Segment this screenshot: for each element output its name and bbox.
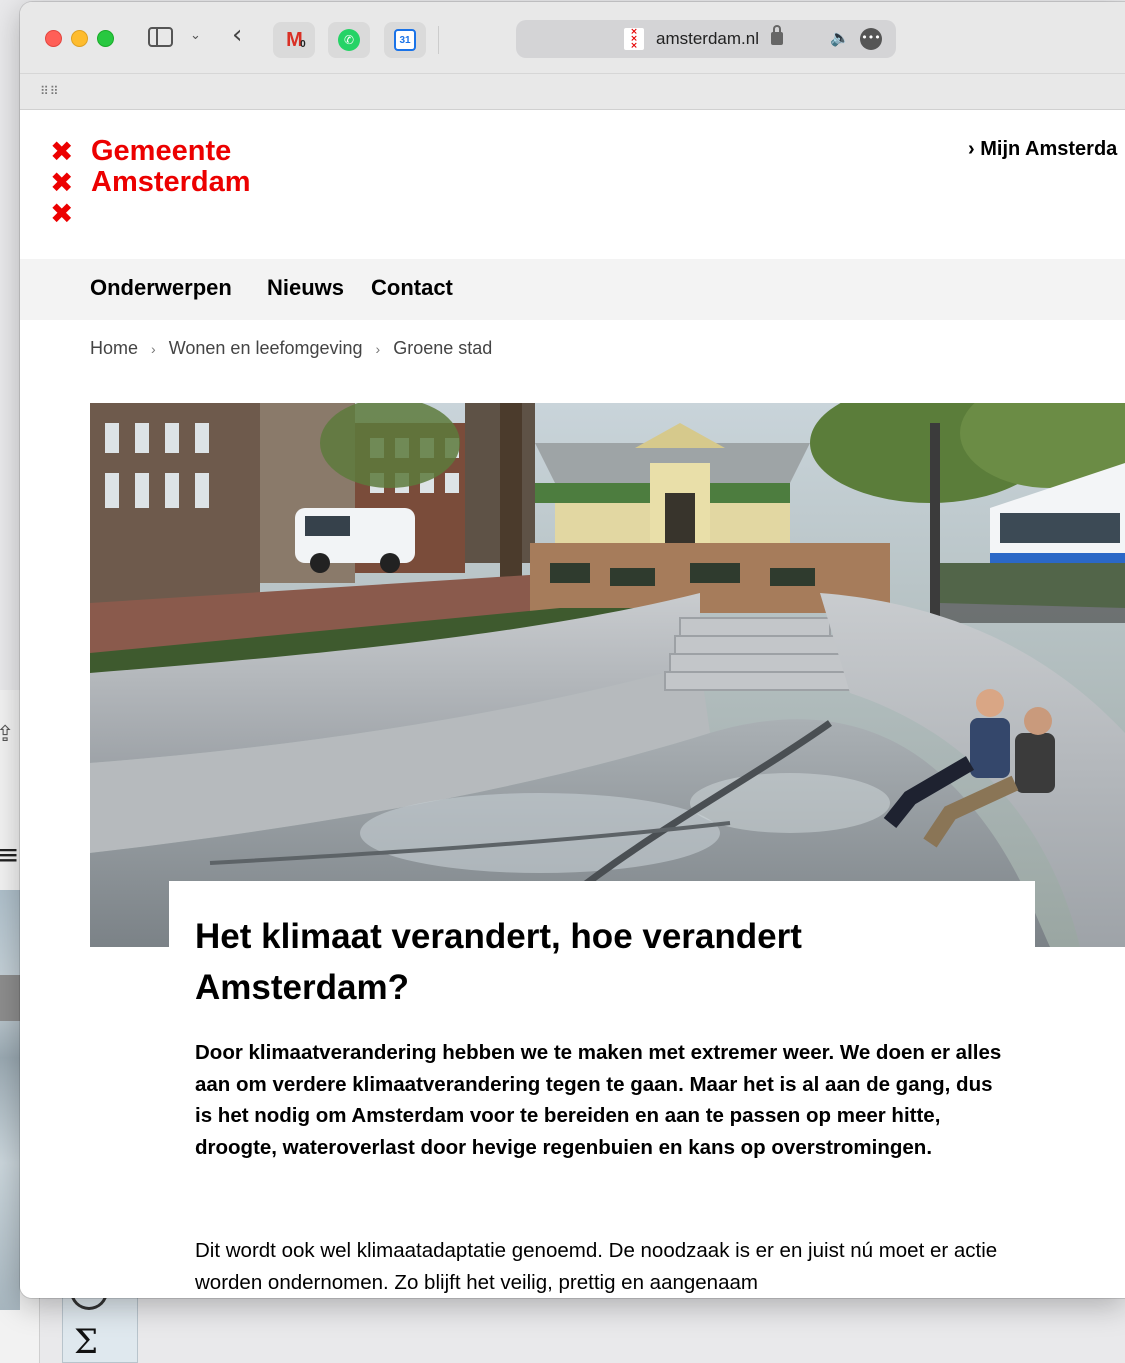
article-lead: Door klimaatverandering hebben we te mak… bbox=[195, 1041, 1002, 1159]
amsterdam-favicon-icon: × × × bbox=[624, 28, 644, 51]
nav-nieuws[interactable]: Nieuws bbox=[267, 275, 344, 301]
bookmarks-bar: ⠿⠿ bbox=[20, 74, 1125, 110]
share-icon: ⇪ bbox=[0, 722, 15, 747]
toolbar-divider bbox=[438, 26, 439, 54]
breadcrumb-home[interactable]: Home bbox=[90, 338, 138, 358]
lock-icon bbox=[771, 25, 783, 45]
breadcrumb: Home › Wonen en leefomgeving › Groene st… bbox=[90, 338, 492, 359]
breadcrumb-wonen[interactable]: Wonen en leefomgeving bbox=[169, 338, 363, 358]
logo-cross-icon: ✖ bbox=[50, 166, 74, 199]
menu-icon: ≡ bbox=[0, 838, 20, 871]
more-icon[interactable]: ••• bbox=[860, 28, 882, 50]
calendar-icon: 31 bbox=[394, 29, 416, 51]
sidebar-icon[interactable] bbox=[148, 27, 173, 47]
browser-window: ⌄ ‹ M0 ✆ 31 × × × amsterdam.nl 🔈 ••• ⠿⠿ ✖ … bbox=[20, 2, 1125, 1298]
close-window-button[interactable] bbox=[45, 30, 62, 47]
sigma-icon: Σ bbox=[74, 1322, 99, 1362]
pinned-tab-whatsapp[interactable]: ✆ bbox=[328, 22, 370, 58]
web-page: ✖ ✖ ✖ Gemeente Amsterdam › Mijn Amsterda… bbox=[20, 110, 1125, 1298]
article-title: Het klimaat verandert, hoe verandert Ams… bbox=[195, 917, 802, 1007]
background-map-band bbox=[0, 975, 20, 1021]
mijn-amsterdam-label: Mijn Amsterda bbox=[980, 138, 1118, 160]
zoom-window-button[interactable] bbox=[97, 30, 114, 47]
back-arrow-icon[interactable]: ‹ bbox=[232, 20, 242, 50]
whatsapp-icon: ✆ bbox=[338, 29, 360, 51]
grid-icon[interactable]: ⠿⠿ bbox=[40, 84, 60, 98]
speaker-icon[interactable]: 🔈 bbox=[830, 28, 850, 47]
gmail-icon: M0 bbox=[286, 28, 305, 51]
gmail-badge: 0 bbox=[300, 38, 305, 50]
pinned-tab-gmail[interactable]: M0 bbox=[273, 22, 315, 58]
main-navigation: Onderwerpen Nieuws Contact bbox=[20, 259, 1125, 320]
logo-text-line-1: Gemeente bbox=[91, 135, 232, 167]
background-map bbox=[0, 890, 20, 1310]
breadcrumb-separator-icon: › bbox=[151, 341, 156, 357]
article-body: Dit wordt ook wel klimaatadaptatie genoe… bbox=[195, 1239, 998, 1294]
mijn-amsterdam-link[interactable]: › Mijn Amsterda bbox=[968, 138, 1117, 161]
logo-cross-icon: ✖ bbox=[50, 135, 74, 168]
pinned-tab-calendar[interactable]: 31 bbox=[384, 22, 426, 58]
nav-onderwerpen[interactable]: Onderwerpen bbox=[90, 275, 232, 301]
chevron-right-icon: › bbox=[968, 138, 975, 160]
logo-text-line-2: Amsterdam bbox=[91, 166, 251, 198]
chevron-down-icon[interactable]: ⌄ bbox=[190, 28, 201, 43]
breadcrumb-groene-stad[interactable]: Groene stad bbox=[393, 338, 492, 358]
logo-cross-icon: ✖ bbox=[50, 197, 74, 230]
minimize-window-button[interactable] bbox=[71, 30, 88, 47]
hero-image bbox=[90, 403, 1125, 947]
url-text: amsterdam.nl bbox=[656, 29, 759, 48]
browser-toolbar: ⌄ ‹ M0 ✆ 31 × × × amsterdam.nl 🔈 ••• bbox=[20, 2, 1125, 74]
address-bar[interactable]: × × × amsterdam.nl 🔈 ••• bbox=[516, 20, 896, 58]
nav-contact[interactable]: Contact bbox=[371, 275, 453, 301]
breadcrumb-separator-icon: › bbox=[375, 341, 381, 357]
article-card: Het klimaat verandert, hoe verandert Ams… bbox=[169, 881, 1035, 1298]
